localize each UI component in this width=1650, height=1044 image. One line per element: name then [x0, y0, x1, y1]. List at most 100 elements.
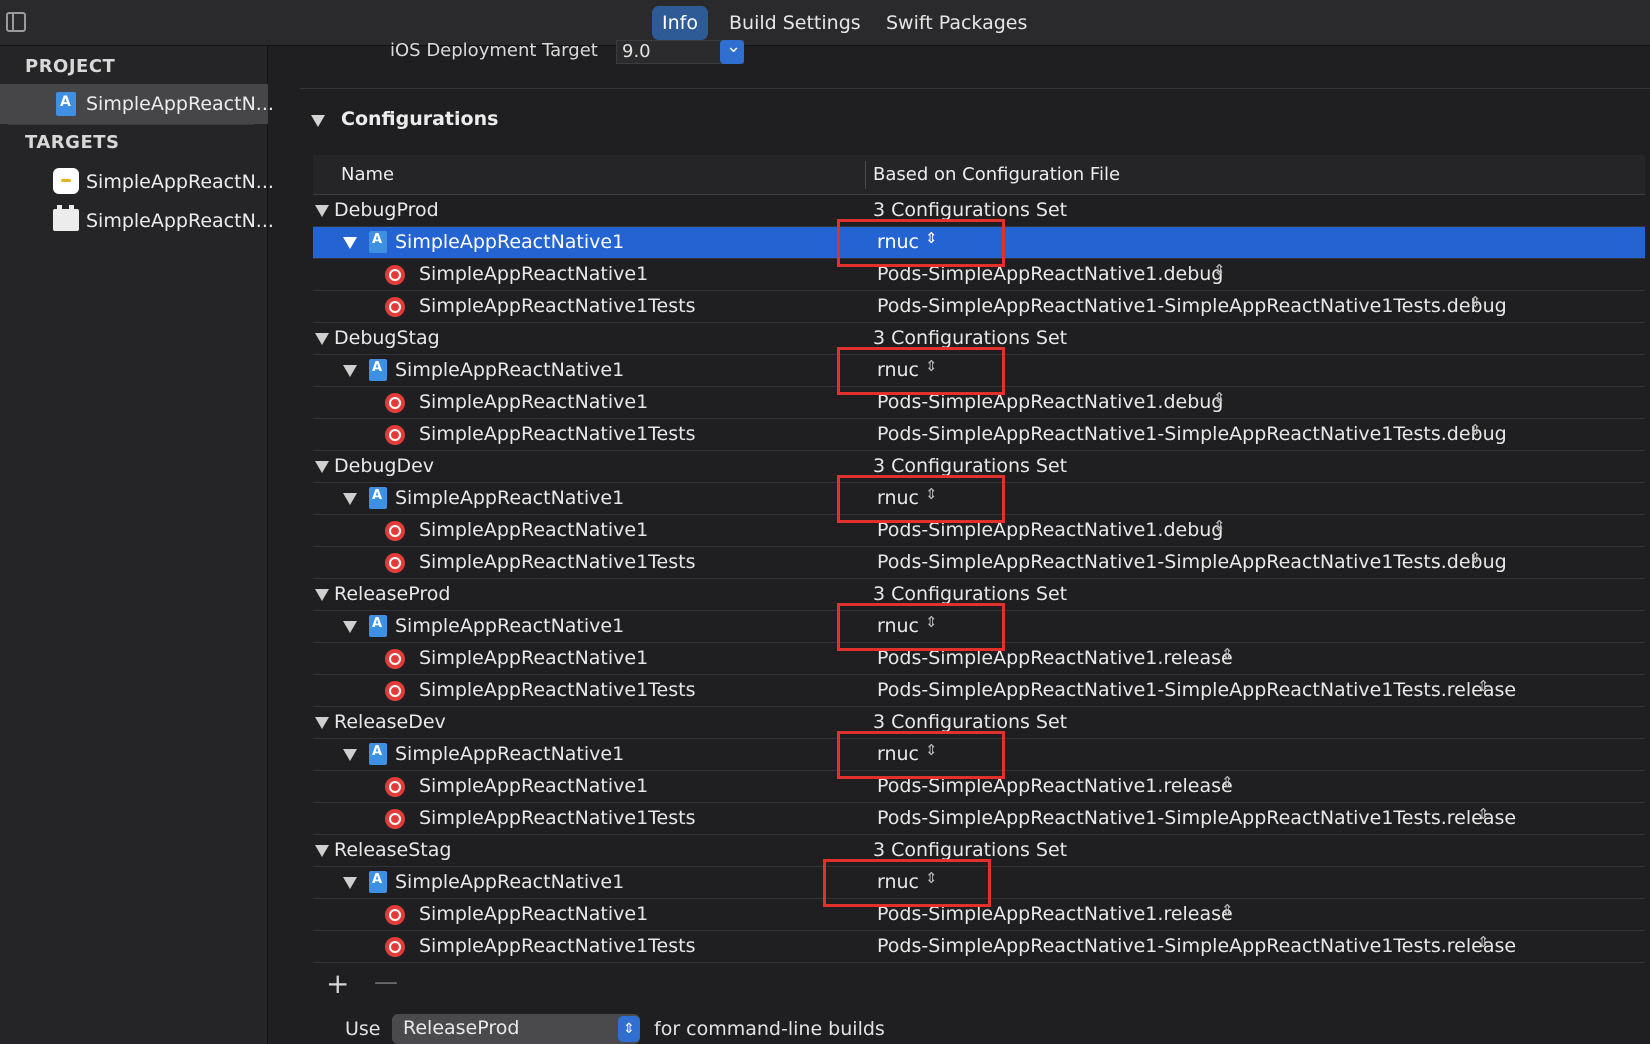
up-down-chevron-icon[interactable]: ⇕: [1213, 261, 1226, 279]
column-header-name[interactable]: Name: [341, 164, 394, 185]
up-down-chevron-icon[interactable]: ⇕: [1213, 389, 1226, 407]
tab-swift-packages[interactable]: Swift Packages: [876, 6, 1037, 40]
xcode-project-icon: [369, 359, 387, 381]
disclosure-triangle-icon[interactable]: [315, 333, 329, 345]
column-header-file[interactable]: Based on Configuration File: [873, 164, 1120, 185]
config-file-popup[interactable]: Pods-SimpleAppReactNative1-SimpleAppReac…: [877, 807, 1516, 829]
disclosure-triangle-icon[interactable]: [343, 493, 357, 505]
highlight-box: [837, 219, 1005, 267]
test-bundle-icon: [53, 205, 79, 231]
remove-configuration-button[interactable]: —: [374, 968, 398, 996]
tab-info[interactable]: Info: [652, 6, 708, 40]
disclosure-triangle-icon[interactable]: [315, 845, 329, 857]
target-config-row[interactable]: SimpleAppReactNative1Tests Pods-SimpleApp…: [313, 547, 1645, 579]
up-down-chevron-icon[interactable]: ⇕: [1469, 293, 1482, 311]
up-down-chevron-icon[interactable]: ⇕: [1469, 549, 1482, 567]
target-icon: [385, 937, 405, 957]
tab-build-settings[interactable]: Build Settings: [719, 6, 871, 40]
xcode-project-icon: [369, 231, 387, 253]
disclosure-triangle-icon[interactable]: [315, 205, 329, 217]
up-down-chevron-icon[interactable]: ⇕: [1221, 773, 1234, 791]
highlight-box: [837, 347, 1005, 395]
target-icon: [385, 553, 405, 573]
configuration-name: DebugProd: [334, 199, 439, 221]
sidebar-toggle-icon[interactable]: [6, 12, 26, 32]
configurations-title: Configurations: [341, 108, 499, 130]
disclosure-triangle-icon[interactable]: [343, 621, 357, 633]
target-name: SimpleAppReactNative1Tests: [419, 807, 696, 829]
highlight-box: [837, 731, 1005, 779]
target-name: SimpleAppReactNative1Tests: [419, 423, 696, 445]
highlight-box: [837, 603, 1005, 651]
configuration-name: ReleaseProd: [334, 583, 451, 605]
target-name: SimpleAppReactNative1Tests: [419, 551, 696, 573]
toolbar: Info Build Settings Swift Packages: [0, 0, 1650, 46]
app-icon: [53, 168, 79, 194]
target-name: SimpleAppReactNative1Tests: [419, 295, 696, 317]
command-line-config-select[interactable]: ReleaseProd: [392, 1014, 640, 1044]
target-name: SimpleAppReactNative1: [419, 391, 649, 413]
chevron-down-icon[interactable]: [720, 36, 744, 64]
targets-heading: TARGETS: [25, 132, 120, 153]
disclosure-triangle-icon[interactable]: [343, 237, 357, 249]
up-down-chevron-icon[interactable]: ⇕: [1221, 901, 1234, 919]
sidebar-divider: [8, 124, 254, 125]
target-name: SimpleAppReactNative1: [419, 775, 649, 797]
xcode-project-icon: [369, 871, 387, 893]
project-name: SimpleAppReactNative1: [395, 871, 625, 893]
up-down-chevron-icon[interactable]: ⇕: [1477, 933, 1490, 951]
configuration-summary: 3 Configurations Set: [873, 199, 1068, 221]
table-header: Name Based on Configuration File: [313, 155, 1645, 195]
disclosure-triangle-icon[interactable]: [343, 749, 357, 761]
target-icon: [385, 425, 405, 445]
configuration-name: DebugDev: [334, 455, 435, 477]
configuration-summary: 3 Configurations Set: [873, 711, 1068, 733]
disclosure-triangle-icon[interactable]: [311, 115, 325, 127]
disclosure-triangle-icon[interactable]: [315, 589, 329, 601]
sidebar-item-test-target[interactable]: SimpleAppReactN...: [0, 201, 274, 241]
up-down-chevron-icon[interactable]: ⇕: [618, 1016, 640, 1042]
sidebar-item-label: SimpleAppReactN...: [86, 171, 274, 193]
target-icon: [385, 393, 405, 413]
target-name: SimpleAppReactNative1: [419, 263, 649, 285]
configuration-summary: 3 Configurations Set: [873, 327, 1068, 349]
up-down-chevron-icon[interactable]: ⇕: [1477, 677, 1490, 695]
target-name: SimpleAppReactNative1Tests: [419, 679, 696, 701]
disclosure-triangle-icon[interactable]: [315, 461, 329, 473]
up-down-chevron-icon[interactable]: ⇕: [1477, 805, 1490, 823]
disclosure-triangle-icon[interactable]: [343, 365, 357, 377]
up-down-chevron-icon[interactable]: ⇕: [1469, 421, 1482, 439]
config-file-popup[interactable]: Pods-SimpleAppReactNative1-SimpleAppReac…: [877, 423, 1507, 445]
xcode-project-icon: [369, 487, 387, 509]
column-divider: [865, 161, 866, 189]
project-name: SimpleAppReactNative1: [395, 359, 625, 381]
configuration-summary: 3 Configurations Set: [873, 455, 1068, 477]
config-file-popup[interactable]: Pods-SimpleAppReactNative1-SimpleAppReac…: [877, 551, 1507, 573]
configuration-summary: 3 Configurations Set: [873, 583, 1068, 605]
config-file-popup[interactable]: Pods-SimpleAppReactNative1-SimpleAppReac…: [877, 935, 1516, 957]
target-name: SimpleAppReactNative1: [419, 647, 649, 669]
config-file-popup[interactable]: Pods-SimpleAppReactNative1-SimpleAppReac…: [877, 679, 1516, 701]
target-config-row[interactable]: SimpleAppReactNative1Tests Pods-SimpleApp…: [313, 291, 1645, 323]
add-configuration-button[interactable]: +: [326, 970, 349, 998]
up-down-chevron-icon[interactable]: ⇕: [1221, 645, 1234, 663]
target-config-row[interactable]: SimpleAppReactNative1Tests Pods-SimpleApp…: [313, 675, 1645, 707]
sidebar: PROJECT SimpleAppReactN... TARGETS Simpl…: [0, 46, 274, 1044]
target-icon: [385, 681, 405, 701]
sidebar-item-label: SimpleAppReactN...: [86, 93, 274, 115]
sidebar-item-app-target[interactable]: SimpleAppReactN...: [0, 162, 274, 202]
target-icon: [385, 905, 405, 925]
up-down-chevron-icon[interactable]: ⇕: [1213, 517, 1226, 535]
target-icon: [385, 777, 405, 797]
disclosure-triangle-icon[interactable]: [343, 877, 357, 889]
target-config-row[interactable]: SimpleAppReactNative1Tests Pods-SimpleApp…: [313, 419, 1645, 451]
configuration-summary: 3 Configurations Set: [873, 839, 1068, 861]
target-config-row[interactable]: SimpleAppReactNative1Tests Pods-SimpleApp…: [313, 931, 1645, 963]
config-file-popup[interactable]: Pods-SimpleAppReactNative1-SimpleAppReac…: [877, 295, 1507, 317]
disclosure-triangle-icon[interactable]: [315, 717, 329, 729]
target-icon: [385, 265, 405, 285]
sidebar-item-project[interactable]: SimpleAppReactN...: [0, 84, 274, 124]
target-config-row[interactable]: SimpleAppReactNative1Tests Pods-SimpleApp…: [313, 803, 1645, 835]
highlight-box: [823, 859, 991, 907]
sidebar-item-label: SimpleAppReactN...: [86, 210, 274, 232]
